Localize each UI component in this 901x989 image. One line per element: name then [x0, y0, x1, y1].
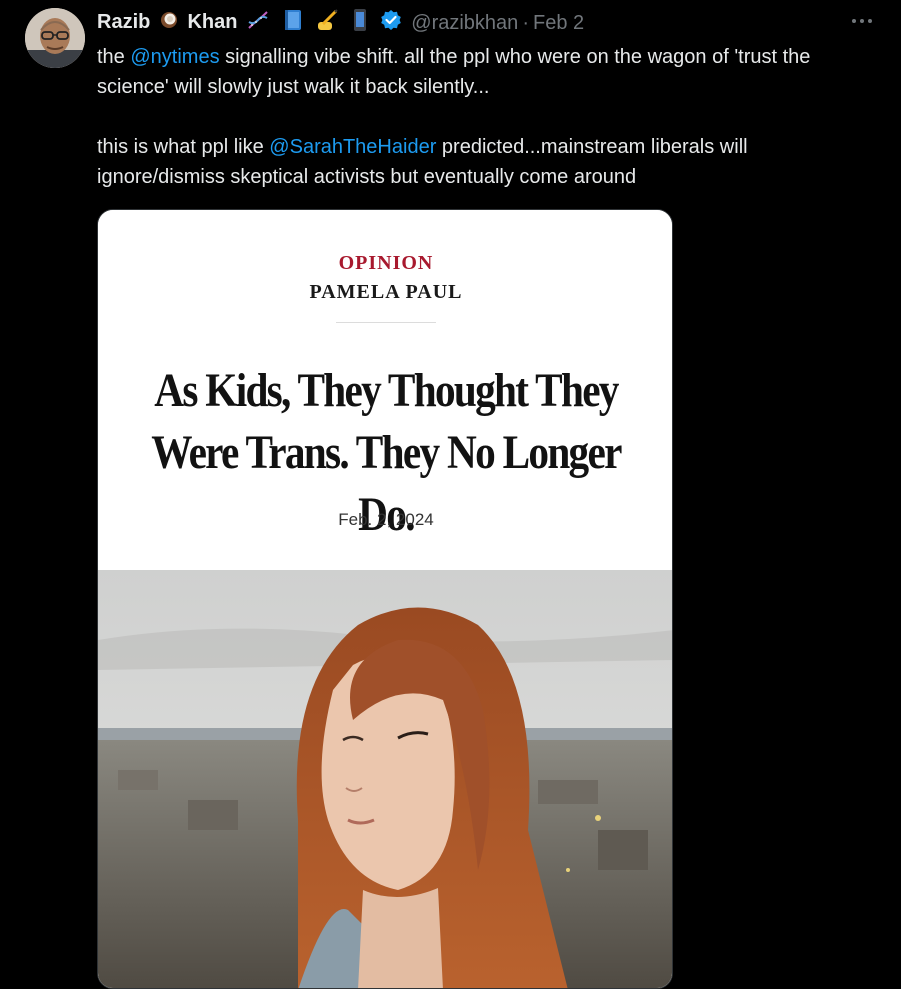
phone-emoji-icon	[351, 8, 369, 38]
tweet[interactable]: Razib Khan @razibkhan · Feb 2 the @nytim…	[0, 0, 901, 989]
divider	[336, 322, 436, 323]
article-card: OPINION PAMELA PAUL As Kids, They Though…	[98, 210, 672, 570]
writing-hand-emoji-icon	[315, 8, 339, 38]
tweet-header: Razib Khan @razibkhan · Feb 2	[97, 8, 584, 38]
mention-link-nytimes[interactable]: @nytimes	[130, 46, 219, 68]
separator-dot: ·	[522, 11, 529, 34]
text-segment: the	[97, 46, 131, 68]
book-emoji-icon	[282, 8, 304, 38]
text-segment: this is what ppl like	[97, 136, 270, 158]
more-horizontal-icon	[852, 19, 872, 23]
tweet-media-image[interactable]: OPINION PAMELA PAUL As Kids, They Though…	[97, 209, 673, 989]
tweet-text: the @nytimes signalling vibe shift. all …	[97, 42, 867, 192]
author-handle[interactable]: @razibkhan	[411, 12, 518, 35]
dna-emoji-icon	[246, 9, 270, 37]
avatar[interactable]	[25, 8, 85, 68]
tweet-date[interactable]: Feb 2	[533, 12, 584, 35]
coconut-emoji-icon	[159, 10, 179, 36]
more-options-button[interactable]	[848, 10, 876, 32]
author-last-name: Khan	[187, 11, 238, 34]
tweet-text-paragraph-2: this is what ppl like @SarahTheHaider pr…	[97, 132, 867, 192]
section-label: OPINION	[338, 252, 434, 274]
author-first-name: Razib	[97, 11, 151, 34]
mention-link-sarahthehaider[interactable]: @SarahTheHaider	[269, 136, 436, 158]
portrait-photo	[98, 570, 672, 988]
avatar-image	[25, 8, 85, 68]
article-author: PAMELA PAUL	[309, 281, 463, 303]
article-date: Feb. 2, 2024	[338, 510, 434, 529]
verified-badge-icon[interactable]	[380, 9, 402, 37]
author-name[interactable]: Razib Khan	[97, 8, 405, 38]
tweet-text-paragraph-1: the @nytimes signalling vibe shift. all …	[97, 42, 867, 102]
